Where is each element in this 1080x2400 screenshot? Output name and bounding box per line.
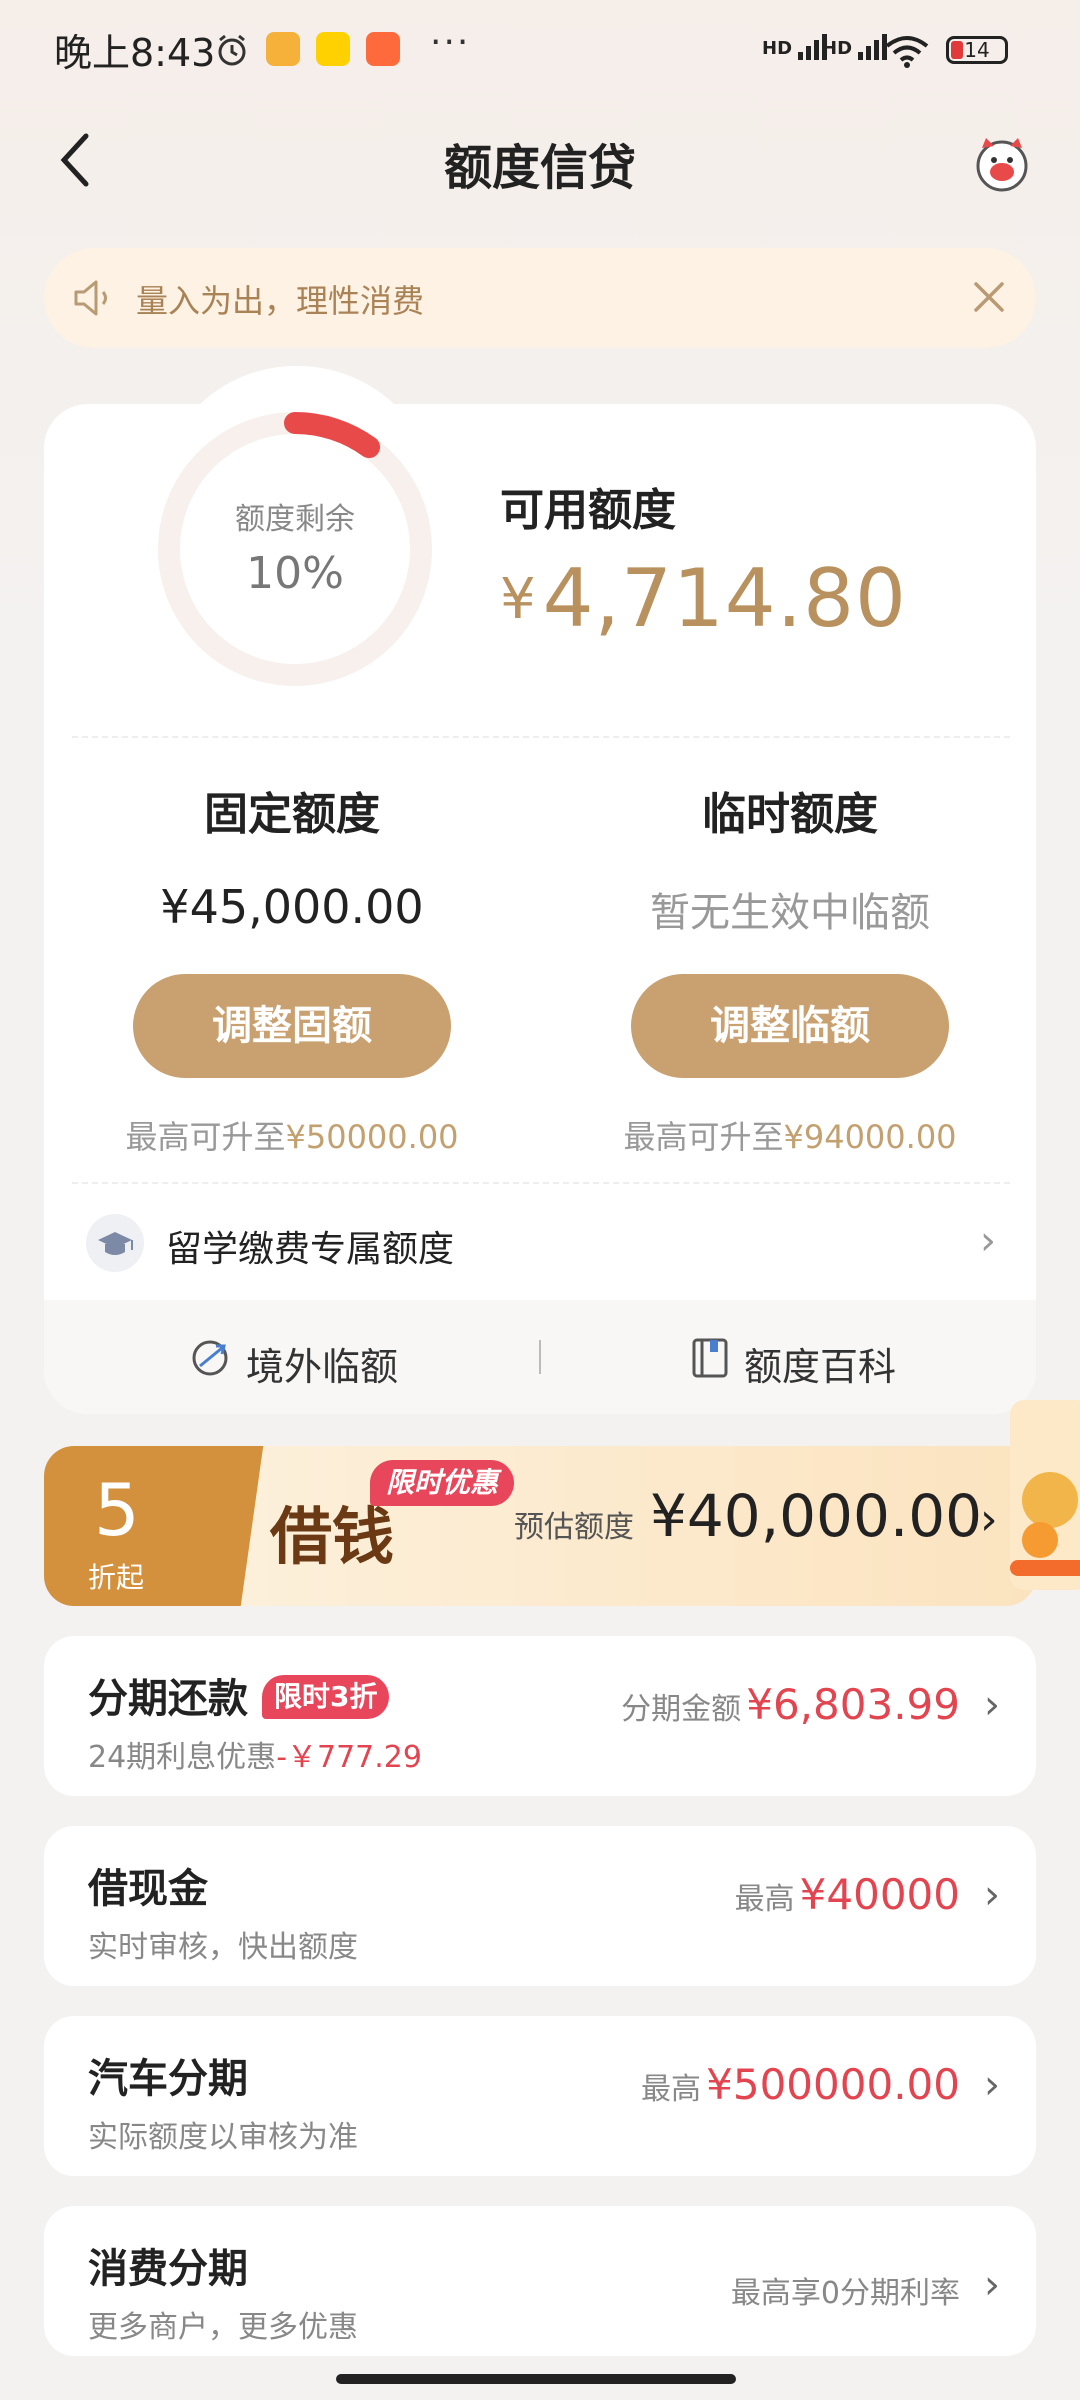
divider: [72, 1182, 1010, 1184]
shopping-app-icon: [366, 32, 400, 66]
divider: [72, 736, 1010, 738]
temp-credit-title: 临时额度: [702, 789, 878, 840]
chevron-right-icon: ›: [984, 1872, 1000, 1918]
list-item-amount: 分期金额 ¥6,803.99: [621, 1680, 960, 1729]
more-notifications-icon: ···: [430, 22, 471, 63]
chevron-right-icon: ›: [984, 2062, 1000, 2108]
credit-wiki-link[interactable]: 额度百科: [744, 1336, 896, 1391]
floating-coin-promo-icon[interactable]: [1010, 1400, 1080, 1590]
available-credit-label: 可用额度: [500, 485, 676, 536]
list-item-subtitle: 24期利息优惠-￥777.29: [88, 1740, 422, 1775]
alarm-icon: [218, 34, 246, 66]
wifi-icon: [885, 36, 929, 68]
notice-banner: 量入为出，理性消费: [44, 248, 1036, 348]
status-time: 晚上8:43: [54, 31, 216, 75]
list-item-title: 分期还款 限时3折: [88, 1666, 390, 1724]
footer-divider: [539, 1340, 541, 1374]
estimate-value: ¥40,000.00: [650, 1482, 983, 1550]
adjust-temp-button[interactable]: 调整临额: [631, 974, 949, 1078]
list-item-title: 汽车分期: [88, 2056, 248, 2102]
customer-service-mascot-icon[interactable]: [968, 134, 1036, 194]
list-item-car-installment[interactable]: 汽车分期 实际额度以审核为准 最高 ¥500000.00 ›: [44, 2016, 1036, 2176]
fixed-credit-title: 固定额度: [204, 789, 380, 840]
list-item-consumer-installment[interactable]: 消费分期 更多商户，更多优惠 最高享0分期利率 ›: [44, 2206, 1036, 2356]
borrow-money-banner[interactable]: 5 折起 借钱 限时优惠 预估额度 ¥40,000.00 ›: [44, 1446, 1036, 1606]
discount-number: 5: [94, 1468, 140, 1552]
list-item-amount: 最高享0分期利率: [730, 2276, 960, 2311]
graduation-cap-icon: [86, 1214, 144, 1272]
discount-tag: 限时3折: [262, 1675, 390, 1719]
home-indicator[interactable]: [336, 2374, 736, 2384]
list-item-title: 借现金: [88, 1866, 208, 1912]
fixed-credit-value: ¥45,000.00: [160, 880, 424, 934]
list-item-amount: 最高 ¥500000.00: [641, 2060, 960, 2109]
page-title: 额度信贷: [443, 140, 636, 196]
limited-offer-tag: 限时优惠: [370, 1460, 515, 1506]
adjust-fixed-button[interactable]: 调整固额: [133, 974, 451, 1078]
chevron-right-icon: ›: [984, 2262, 1000, 2308]
list-item-subtitle: 实时审核，快出额度: [88, 1930, 358, 1965]
study-abroad-credit-label[interactable]: 留学缴费专属额度: [166, 1220, 454, 1272]
ring-label: 额度剩余: [235, 502, 355, 537]
estimate-label: 预估额度: [514, 1510, 634, 1545]
notice-text: 量入为出，理性消费: [136, 282, 425, 320]
signal-icon-2: HD: [822, 32, 892, 60]
chevron-right-icon: ›: [984, 1682, 1000, 1728]
fixed-max-note: 最高可升至¥50000.00: [125, 1118, 459, 1156]
list-item-subtitle: 更多商户，更多优惠: [88, 2310, 358, 2345]
speaker-icon: [74, 280, 107, 316]
temp-max-note: 最高可升至¥94000.00: [623, 1118, 957, 1156]
book-icon: [692, 1338, 728, 1378]
close-icon[interactable]: [966, 274, 1012, 320]
chevron-right-icon[interactable]: ›: [980, 1218, 996, 1264]
available-credit-value: ¥4,714.80: [500, 552, 907, 645]
list-item-amount: 最高 ¥40000: [734, 1870, 960, 1919]
list-item-installment-repay[interactable]: 分期还款 限时3折 24期利息优惠-￥777.29 分期金额 ¥6,803.99 …: [44, 1636, 1036, 1796]
overseas-temp-credit-link[interactable]: 境外临额: [246, 1336, 398, 1391]
ring-percent: 10%: [246, 548, 344, 599]
discount-suffix: 折起: [88, 1561, 145, 1594]
list-item-subtitle: 实际额度以审核为准: [88, 2120, 358, 2155]
list-item-title: 消费分期: [88, 2246, 248, 2292]
list-item-cash-loan[interactable]: 借现金 实时审核，快出额度 最高 ¥40000 ›: [44, 1826, 1036, 1986]
temp-credit-status: 暂无生效中临额: [650, 890, 930, 936]
chevron-right-icon: ›: [980, 1494, 998, 1545]
status-bar: 晚上8:43 ··· HD HD 14: [0, 0, 1080, 104]
meituan-app-icon: [316, 32, 350, 66]
overseas-plane-icon: [192, 1340, 228, 1376]
notes-app-icon: [266, 32, 300, 66]
battery-icon: 14: [946, 36, 1008, 64]
